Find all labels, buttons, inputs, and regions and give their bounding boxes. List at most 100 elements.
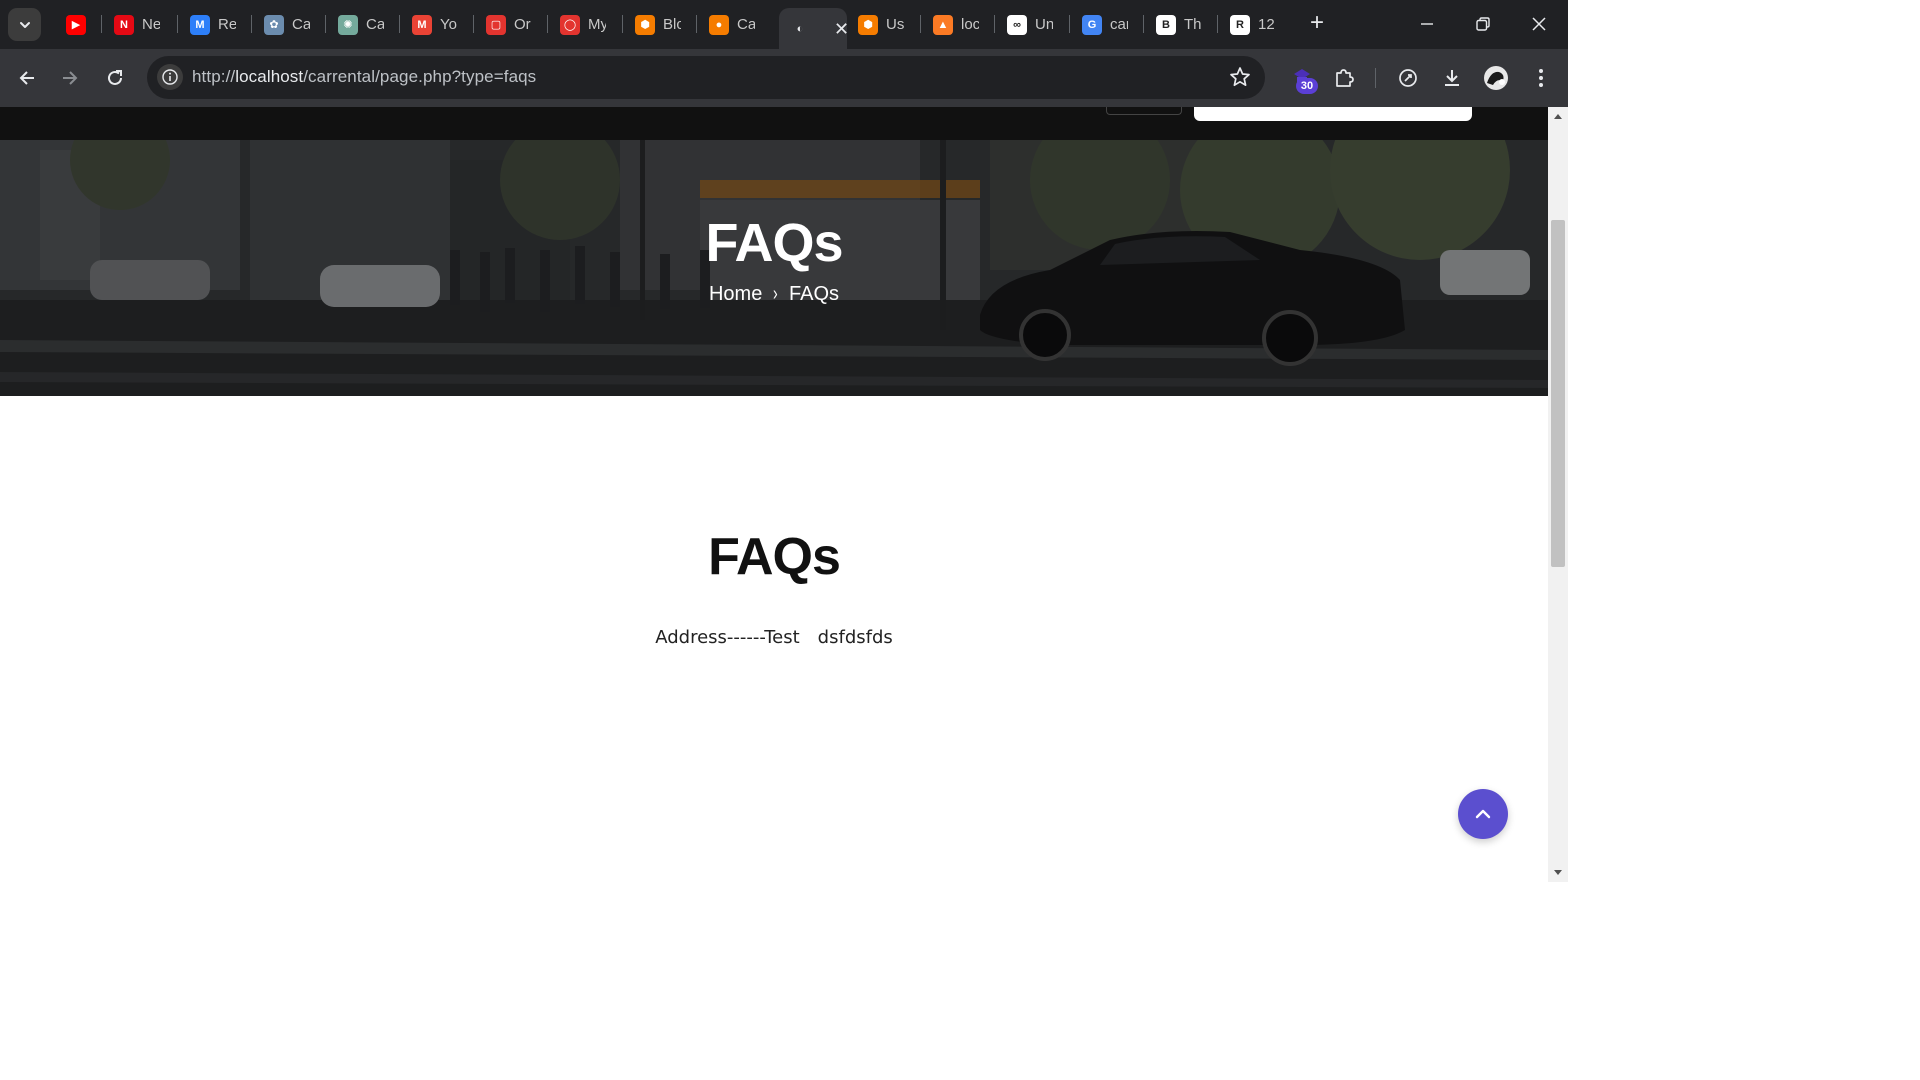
minimize-icon — [1421, 23, 1433, 25]
new-tab-button[interactable]: + — [1305, 11, 1329, 36]
tab-separator — [399, 15, 400, 33]
url-text: http://localhost/carrental/page.php?type… — [192, 67, 537, 86]
tab-title: car — [1110, 16, 1128, 33]
breadcrumb-separator: › — [773, 283, 778, 305]
close-icon — [1532, 17, 1546, 31]
bie-icon: B — [1156, 14, 1176, 35]
breadcrumb-home-link[interactable]: Home — [709, 283, 762, 306]
browser-tab[interactable]: ● Ca — [699, 8, 773, 41]
downloads-button[interactable] — [1436, 62, 1468, 94]
browser-tab[interactable]: B Th — [1146, 8, 1220, 41]
browser-tab[interactable]: ◐ ✕ — [779, 8, 847, 49]
scroll-down-arrow-icon[interactable] — [1552, 868, 1564, 878]
arrow-left-icon — [19, 71, 34, 85]
browser-tab[interactable]: Gcar — [1072, 8, 1146, 41]
hero-title: FAQs — [705, 213, 843, 273]
header-search-field[interactable] — [1194, 107, 1472, 121]
browser-tab[interactable]: ✺ Ca — [328, 8, 402, 41]
tab-separator — [101, 15, 102, 33]
faq-text-part: dsfdsfds — [817, 627, 893, 648]
faq-text-part: Address------Test — [655, 627, 800, 648]
tab-separator — [1143, 15, 1144, 33]
browser-tab[interactable]: N Ne — [104, 8, 178, 41]
tab-separator — [547, 15, 548, 33]
blogger-icon: ⬢ — [858, 14, 878, 35]
tab-search-button[interactable] — [8, 8, 41, 41]
back-to-top-button[interactable] — [1458, 789, 1508, 839]
browser-tab[interactable]: ✿ Ca — [254, 8, 328, 41]
browser-menu-button[interactable] — [1525, 62, 1557, 94]
scroll-up-arrow-icon[interactable] — [1552, 111, 1564, 121]
browser-tab[interactable]: ⬢ Blc — [625, 8, 699, 41]
gmail-icon: M — [412, 14, 432, 35]
page-viewport: FAQs Home › FAQs FAQs Address------Test d… — [0, 107, 1548, 882]
download-icon — [1445, 70, 1459, 86]
page-scrollbar[interactable] — [1548, 107, 1568, 882]
tab-strip: ▶ N Ne M Re ✿ Ca ✺ Ca M Yo ▢ Or ◯ My ⬢ Blc ● Ca ◐ ✕ ⬢ Us ▲ loc ∞ U… — [0, 0, 1568, 49]
reload-button[interactable] — [97, 60, 133, 96]
hero-banner: FAQs Home › FAQs — [0, 140, 1548, 396]
r-square-icon: R — [1230, 14, 1250, 35]
tab-title: Ca — [366, 16, 384, 33]
tab-title: Ne — [142, 16, 160, 33]
coursera-icon: ∞ — [1007, 14, 1027, 35]
chevron-up-icon — [1475, 809, 1491, 819]
browser-tab[interactable]: ∞ Un — [997, 8, 1071, 41]
tab-title: Un — [1035, 16, 1053, 33]
star-icon — [1230, 67, 1250, 87]
minimize-button[interactable] — [1407, 8, 1447, 40]
tab-title: My — [588, 16, 606, 33]
avatar — [1484, 66, 1508, 90]
chevron-down-icon — [19, 21, 30, 28]
tab-title: Re — [218, 16, 236, 33]
car-site-icon: ✿ — [264, 14, 284, 35]
browser-tab[interactable]: M Yo — [402, 8, 476, 41]
forward-button[interactable] — [52, 60, 88, 96]
xampp-icon: ▲ — [933, 14, 953, 35]
profile-button[interactable] — [1480, 62, 1512, 94]
page-title: FAQs — [708, 528, 841, 586]
google-icon: G — [1082, 14, 1102, 35]
browser-tab[interactable]: M Re — [180, 8, 254, 41]
browser-tab[interactable]: ▲ loc — [923, 8, 997, 41]
scrollbar-thumb[interactable] — [1551, 220, 1565, 567]
site-header — [0, 107, 1548, 140]
arrow-right-icon — [63, 71, 78, 85]
tab-title: Ca — [737, 16, 755, 33]
restore-icon — [1476, 17, 1490, 31]
address-bar[interactable]: http://localhost/carrental/page.php?type… — [147, 56, 1265, 99]
chatgpt-icon: ✺ — [338, 14, 358, 35]
restore-button[interactable] — [1463, 8, 1503, 40]
extension-badge: 30 — [1296, 78, 1318, 94]
ubuntu-icon: ● — [709, 14, 729, 35]
back-button[interactable] — [9, 60, 45, 96]
browser-tab[interactable]: ◯ My — [550, 8, 624, 41]
tab-title: Th — [1184, 16, 1202, 33]
tab-title: loc — [961, 16, 979, 33]
puzzle-icon — [1336, 69, 1354, 87]
close-window-button[interactable] — [1519, 8, 1559, 40]
tab-separator — [325, 15, 326, 33]
tab-separator — [1217, 15, 1218, 33]
tab-title: Or — [514, 16, 531, 33]
speedometer-icon — [1399, 69, 1417, 87]
tab-separator — [920, 15, 921, 33]
page-favicon-icon: ◐ — [796, 22, 804, 35]
breadcrumb: Home › FAQs — [0, 283, 1548, 306]
browser-tab[interactable]: ▢ Or — [476, 8, 550, 41]
performance-button[interactable] — [1392, 62, 1424, 94]
blogger-icon: ⬢ — [635, 14, 655, 35]
header-button[interactable] — [1106, 107, 1182, 115]
close-tab-icon[interactable]: ✕ — [834, 20, 847, 38]
browser-tab[interactable]: R 12 — [1220, 8, 1294, 41]
breadcrumb-current: FAQs — [789, 283, 840, 305]
info-icon — [162, 69, 178, 85]
extensions-menu-button[interactable] — [1328, 62, 1360, 94]
bookmark-button[interactable] — [1229, 66, 1251, 93]
tab-title: 12 — [1258, 16, 1275, 33]
metaview-icon: M — [190, 14, 210, 35]
browser-tab[interactable]: ⬢ Us — [848, 8, 922, 41]
tab-title: Yo — [440, 16, 457, 33]
site-info-button[interactable] — [157, 64, 183, 90]
tab-separator — [994, 15, 995, 33]
